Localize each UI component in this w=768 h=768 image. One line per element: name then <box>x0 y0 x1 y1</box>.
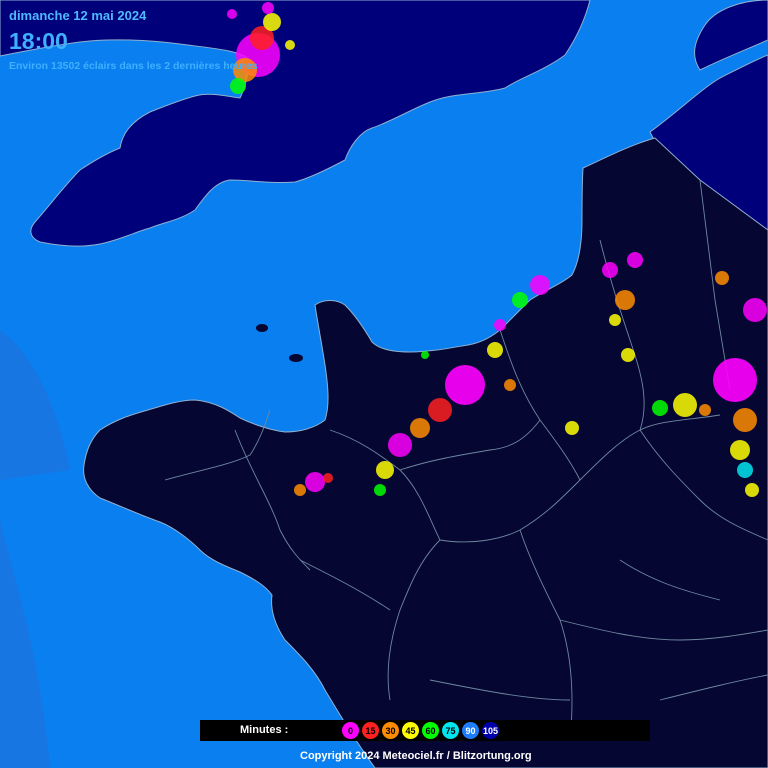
legend-step-75: 75 <box>442 722 459 739</box>
legend-step-15: 15 <box>362 722 379 739</box>
map-date: dimanche 12 mai 2024 <box>9 8 147 23</box>
copyright: Copyright 2024 Meteociel.fr / Blitzortun… <box>300 750 532 762</box>
legend-step-105: 105 <box>482 722 499 739</box>
legend-label: Minutes : <box>240 724 289 736</box>
map-base <box>0 0 768 768</box>
legend-step-30: 30 <box>382 722 399 739</box>
strike-count: Environ 13502 éclairs dans les 2 dernièr… <box>9 60 258 72</box>
minutes-legend: Minutes : 0 15 30 45 60 75 90 105 <box>200 720 650 741</box>
legend-step-90: 90 <box>462 722 479 739</box>
legend-step-60: 60 <box>422 722 439 739</box>
island-guernsey <box>256 324 268 332</box>
island-jersey <box>289 354 303 362</box>
legend-step-0: 0 <box>342 722 359 739</box>
map-time: 18:00 <box>9 28 68 54</box>
lightning-map: dimanche 12 mai 2024 18:00 Environ 13502… <box>0 0 768 768</box>
legend-step-45: 45 <box>402 722 419 739</box>
